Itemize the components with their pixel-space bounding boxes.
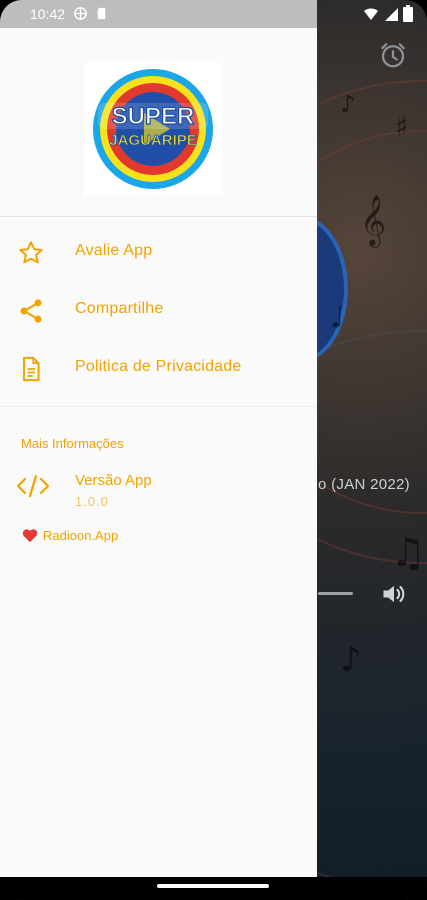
heart-icon xyxy=(22,529,38,543)
logo-text-jaguaripe: JAGUARIPE xyxy=(109,132,197,149)
menu-label-privacy-policy: Politica de Privacidade xyxy=(75,358,242,375)
home-gesture-handle[interactable] xyxy=(157,884,269,888)
menu-label-share: Compartilhe xyxy=(75,300,164,317)
status-time: 10:42 xyxy=(30,6,66,22)
section-divider xyxy=(0,406,317,407)
sd-card-icon xyxy=(97,7,106,20)
app-version-label: Versão App xyxy=(75,472,152,489)
app-screen: ♯ 𝄞 ♪ ♫ ♪ ♩ o (JAN 2022) 10:42 SUPER JAG… xyxy=(0,0,427,900)
share-icon xyxy=(20,299,42,323)
music-note-icon: ♪ xyxy=(340,640,362,680)
credit-link[interactable]: Radioon.App xyxy=(22,528,118,543)
app-version-value: 1.0.0 xyxy=(75,494,109,509)
logo-text-super: SUPER xyxy=(112,103,195,130)
star-outline-icon xyxy=(19,241,43,264)
drawer-divider xyxy=(0,216,317,217)
navigation-drawer: SUPER JAGUARIPE Avalie App Compartilhe P… xyxy=(0,28,317,877)
menu-label-rate-app: Avalie App xyxy=(75,242,153,259)
alarm-icon[interactable] xyxy=(378,40,408,70)
music-note-icon: ♩ xyxy=(330,300,345,335)
music-note-icon: ♯ xyxy=(395,110,409,143)
volume-icon[interactable] xyxy=(380,580,408,608)
status-right-icons xyxy=(363,5,413,22)
music-note-icon: ♫ xyxy=(390,530,426,576)
wifi-icon xyxy=(364,7,378,20)
menu-item-share[interactable]: Compartilhe xyxy=(0,283,317,339)
battery-icon xyxy=(403,5,413,22)
signal-icon xyxy=(385,7,398,21)
track-title: o (JAN 2022) xyxy=(318,476,410,493)
menu-item-privacy-policy[interactable]: Politica de Privacidade xyxy=(0,341,317,397)
document-icon xyxy=(23,356,40,382)
status-bar: 10:42 xyxy=(0,0,427,28)
credit-label: Radioon.App xyxy=(43,528,119,543)
treble-clef-icon: 𝄞 xyxy=(360,195,387,246)
super-jaguaripe-logo: SUPER JAGUARIPE xyxy=(93,69,213,189)
vpn-icon xyxy=(74,7,87,20)
volume-slider[interactable] xyxy=(318,592,353,595)
code-icon xyxy=(16,474,50,498)
more-info-title: Mais Informações xyxy=(21,436,124,451)
music-note-icon: ♪ xyxy=(340,90,356,118)
navigation-bar xyxy=(0,877,427,900)
menu-item-rate-app[interactable]: Avalie App xyxy=(0,225,317,281)
station-logo: SUPER JAGUARIPE xyxy=(84,63,222,195)
